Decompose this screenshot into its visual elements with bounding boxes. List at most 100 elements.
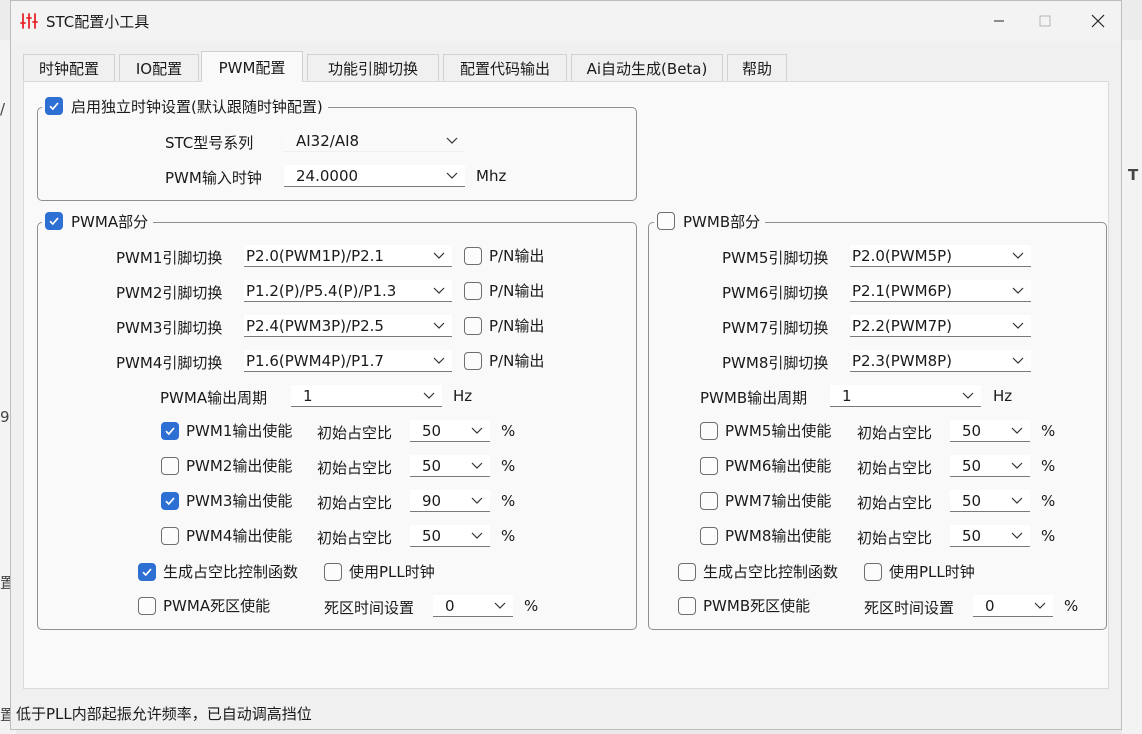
- tab-function-pin[interactable]: 功能引脚切换: [307, 54, 439, 81]
- input-clock-label: PWM输入时钟: [165, 169, 262, 187]
- checkbox-unchecked-icon: [138, 596, 156, 615]
- input-clock-dropdown[interactable]: 24.0000: [284, 165, 465, 187]
- pwm2-pn-output-checkbox[interactable]: P/N输出: [464, 280, 544, 301]
- chevron-down-icon: [1011, 532, 1023, 539]
- pwm6-pin-dropdown[interactable]: P2.1(PWM6P): [850, 280, 1031, 302]
- pwm8-output-enable-checkbox[interactable]: PWM8输出使能: [700, 525, 831, 546]
- tab-clock-config[interactable]: 时钟配置: [23, 54, 115, 81]
- duty-value: 50: [422, 527, 442, 545]
- pwm1-pin-value: P2.0(PWM1P)/P2.1: [246, 247, 384, 265]
- pwm2-pin-label: PWM2引脚切换: [116, 284, 223, 302]
- chevron-down-icon: [1011, 497, 1023, 504]
- pwm4-pn-output-checkbox[interactable]: P/N输出: [464, 350, 544, 371]
- pwma-gen-duty-func-checkbox[interactable]: 生成占空比控制函数: [138, 561, 298, 582]
- pwm7-output-enable-checkbox[interactable]: PWM7输出使能: [700, 490, 831, 511]
- background-text: T: [1128, 166, 1139, 184]
- pwma-deadzone-checkbox[interactable]: PWMA死区使能: [138, 595, 270, 616]
- tab-label: IO配置: [135, 59, 183, 78]
- pwm2-duty-dropdown[interactable]: 50: [410, 455, 490, 477]
- duty-label: 初始占空比: [317, 529, 393, 547]
- pwm7-duty-dropdown[interactable]: 50: [950, 490, 1030, 512]
- checkbox-checked-icon: [45, 212, 63, 230]
- app-window: STC配置小工具 时钟配置 IO配置 PWM配置 功能引脚切换 配置代码输出 A…: [10, 0, 1122, 730]
- pwmb-deadzone-checkbox[interactable]: PWMB死区使能: [678, 595, 810, 616]
- pwmb-enable-checkbox[interactable]: PWMB部分: [654, 210, 766, 232]
- pwm6-pin-value: P2.1(PWM6P): [852, 282, 953, 300]
- pwmb-gen-duty-func-checkbox[interactable]: 生成占空比控制函数: [678, 561, 838, 582]
- pwm5-output-enable-checkbox[interactable]: PWM5输出使能: [700, 420, 831, 441]
- use-pll-label: 使用PLL时钟: [349, 563, 435, 581]
- pwm3-pn-output-checkbox[interactable]: P/N输出: [464, 315, 544, 336]
- chevron-down-icon: [1012, 287, 1024, 294]
- checkbox-unchecked-icon: [464, 281, 482, 300]
- pwm7-pin-dropdown[interactable]: P2.2(PWM7P): [850, 315, 1031, 337]
- background-text: 9: [0, 408, 10, 426]
- tab-code-output[interactable]: 配置代码输出: [443, 54, 567, 81]
- pwm3-pin-dropdown[interactable]: P2.4(PWM3P)/P2.5: [244, 315, 452, 337]
- chevron-down-icon: [1011, 427, 1023, 434]
- pwmb-period-dropdown[interactable]: 1: [830, 385, 981, 407]
- tab-io-config[interactable]: IO配置: [119, 54, 199, 81]
- tab-label: 功能引脚切换: [327, 59, 418, 78]
- percent-unit: %: [501, 492, 516, 510]
- pwm2-pin-dropdown[interactable]: P1.2(P)/P5.4(P)/P1.3: [244, 280, 452, 302]
- pwm8-pin-label: PWM8引脚切换: [722, 354, 829, 372]
- pwm-config-panel: 启用独立时钟设置(默认跟随时钟配置) STC型号系列 AI32/AI8 PWM输…: [23, 81, 1109, 689]
- percent-unit: %: [1041, 492, 1056, 510]
- model-series-dropdown[interactable]: AI32/AI8: [284, 130, 465, 152]
- checkbox-unchecked-icon: [464, 351, 482, 370]
- percent-unit: %: [1064, 597, 1079, 615]
- checkbox-checked-icon: [161, 491, 179, 510]
- pwm5-pin-dropdown[interactable]: P2.0(PWM5P): [850, 245, 1031, 267]
- pwm5-duty-dropdown[interactable]: 50: [950, 420, 1030, 442]
- chevron-down-icon: [1034, 602, 1046, 609]
- pwm4-pin-dropdown[interactable]: P1.6(PWM4P)/P1.7: [244, 350, 452, 372]
- output-enable-label: PWM1输出使能: [186, 422, 293, 440]
- pwm1-duty-dropdown[interactable]: 50: [410, 420, 490, 442]
- pwm6-output-enable-checkbox[interactable]: PWM6输出使能: [700, 455, 831, 476]
- chevron-down-icon: [433, 357, 445, 364]
- percent-unit: %: [501, 527, 516, 545]
- pwma-use-pll-checkbox[interactable]: 使用PLL时钟: [324, 561, 435, 582]
- pwm8-pin-dropdown[interactable]: P2.3(PWM8P): [850, 350, 1031, 372]
- clock-enable-checkbox[interactable]: 启用独立时钟设置(默认跟随时钟配置): [42, 95, 328, 117]
- pn-output-label: P/N输出: [489, 282, 545, 300]
- tab-ai-generate[interactable]: Ai自动生成(Beta): [571, 54, 723, 81]
- close-icon: [1091, 14, 1105, 28]
- tab-pwm-config[interactable]: PWM配置: [201, 51, 303, 82]
- background-window-right: [1122, 40, 1142, 734]
- gen-func-label: 生成占空比控制函数: [163, 563, 299, 581]
- chevron-down-icon: [446, 172, 458, 179]
- pwm8-duty-dropdown[interactable]: 50: [950, 525, 1030, 547]
- pwm1-output-enable-checkbox[interactable]: PWM1输出使能: [161, 420, 292, 441]
- checkbox-checked-icon: [161, 421, 179, 440]
- window-title: STC配置小工具: [46, 13, 150, 31]
- pwm1-pin-dropdown[interactable]: P2.0(PWM1P)/P2.1: [244, 245, 452, 267]
- pwm2-output-enable-checkbox[interactable]: PWM2输出使能: [161, 455, 292, 476]
- pwma-period-dropdown[interactable]: 1: [291, 385, 442, 407]
- pwma-deadtime-dropdown[interactable]: 0: [433, 595, 513, 617]
- pwm4-output-enable-checkbox[interactable]: PWM4输出使能: [161, 525, 292, 546]
- pwm4-duty-dropdown[interactable]: 50: [410, 525, 490, 547]
- pwm3-output-enable-checkbox[interactable]: PWM3输出使能: [161, 490, 292, 511]
- pwm6-duty-dropdown[interactable]: 50: [950, 455, 1030, 477]
- title-bar: STC配置小工具: [11, 1, 1121, 41]
- checkbox-unchecked-icon: [657, 212, 675, 230]
- pwmb-deadtime-dropdown[interactable]: 0: [973, 595, 1053, 617]
- pwm3-duty-dropdown[interactable]: 90: [410, 490, 490, 512]
- checkbox-unchecked-icon: [678, 562, 696, 581]
- minimize-button[interactable]: [976, 1, 1022, 41]
- pwm8-pin-value: P2.3(PWM8P): [852, 352, 953, 370]
- chevron-down-icon: [471, 427, 483, 434]
- pwma-enable-checkbox[interactable]: PWMA部分: [42, 210, 154, 232]
- pwmb-use-pll-checkbox[interactable]: 使用PLL时钟: [864, 561, 975, 582]
- pwm1-pn-output-checkbox[interactable]: P/N输出: [464, 245, 544, 266]
- checkbox-unchecked-icon: [700, 491, 718, 510]
- input-clock-unit: Mhz: [476, 167, 507, 185]
- pwm2-pin-value: P1.2(P)/P5.4(P)/P1.3: [246, 282, 397, 300]
- tab-help[interactable]: 帮助: [727, 54, 787, 81]
- output-enable-label: PWM6输出使能: [725, 457, 832, 475]
- close-button[interactable]: [1075, 1, 1121, 41]
- duty-label: 初始占空比: [857, 494, 933, 512]
- maximize-button[interactable]: [1022, 1, 1068, 41]
